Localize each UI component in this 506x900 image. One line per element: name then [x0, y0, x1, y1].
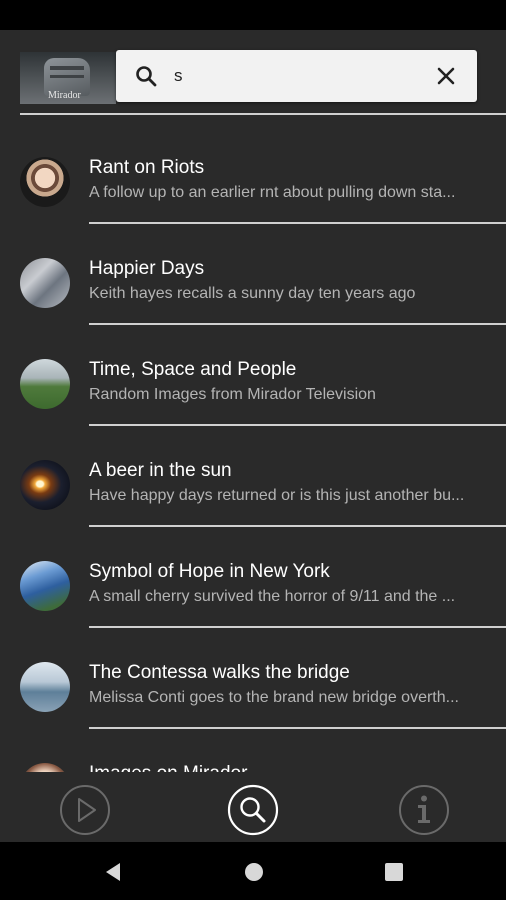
item-title: A beer in the sun — [89, 460, 232, 481]
item-title: The Contessa walks the bridge — [89, 662, 350, 683]
item-divider — [89, 727, 506, 729]
item-title: Rant on Riots — [89, 157, 205, 178]
list-item[interactable]: Rant on Riots A follow up to an earlier … — [0, 132, 506, 233]
list-item[interactable]: Happier Days Keith hayes recalls a sunny… — [0, 233, 506, 334]
info-icon[interactable] — [398, 784, 450, 836]
back-icon[interactable] — [102, 861, 124, 883]
results-list: Rant on Riots A follow up to an earlier … — [0, 132, 506, 772]
avatar — [20, 763, 70, 772]
item-title: Happier Days — [89, 258, 205, 279]
item-title: Time, Space and People — [89, 359, 297, 380]
avatar — [20, 662, 70, 712]
item-divider — [89, 222, 506, 224]
avatar — [20, 561, 70, 611]
app-screen: Mirador Rant on Riots A follow up to an … — [0, 30, 506, 842]
item-subtitle: A follow up to an earlier rnt about pull… — [89, 184, 456, 201]
avatar — [20, 460, 70, 510]
item-subtitle: Random Images from Mirador Television — [89, 386, 376, 403]
home-icon[interactable] — [243, 861, 265, 883]
system-nav-bar — [0, 842, 506, 900]
search-input[interactable] — [174, 60, 414, 92]
item-divider — [89, 626, 506, 628]
list-item[interactable]: Symbol of Hope in New York A small cherr… — [0, 536, 506, 637]
item-subtitle: Melissa Conti goes to the brand new brid… — [89, 689, 459, 706]
item-title: Images on Mirador — [89, 763, 489, 772]
item-divider — [89, 323, 506, 325]
avatar — [20, 258, 70, 308]
header: Mirador — [0, 30, 506, 115]
header-divider — [20, 113, 506, 115]
item-subtitle: Have happy days returned or is this just… — [89, 487, 465, 504]
close-icon[interactable] — [434, 64, 458, 88]
list-item[interactable]: A beer in the sun Have happy days return… — [0, 435, 506, 536]
bottom-nav — [0, 772, 506, 842]
item-subtitle: Keith hayes recalls a sunny day ten year… — [89, 285, 416, 302]
list-item[interactable]: The Contessa walks the bridge Melissa Co… — [0, 637, 506, 738]
item-divider — [89, 525, 506, 527]
search-icon[interactable] — [134, 64, 158, 88]
recents-icon[interactable] — [383, 861, 405, 883]
list-item[interactable]: Images on Mirador — [0, 738, 506, 772]
avatar — [20, 359, 70, 409]
play-icon[interactable] — [59, 784, 111, 836]
item-subtitle: A small cherry survived the horror of 9/… — [89, 588, 456, 605]
avatar — [20, 157, 70, 207]
list-item[interactable]: Time, Space and People Random Images fro… — [0, 334, 506, 435]
search-bar — [116, 50, 477, 102]
mirador-logo[interactable]: Mirador — [20, 52, 116, 104]
item-divider — [89, 424, 506, 426]
logo-text: Mirador — [48, 90, 81, 101]
search-icon[interactable] — [227, 784, 279, 836]
status-bar — [0, 0, 506, 30]
item-title: Symbol of Hope in New York — [89, 561, 330, 582]
